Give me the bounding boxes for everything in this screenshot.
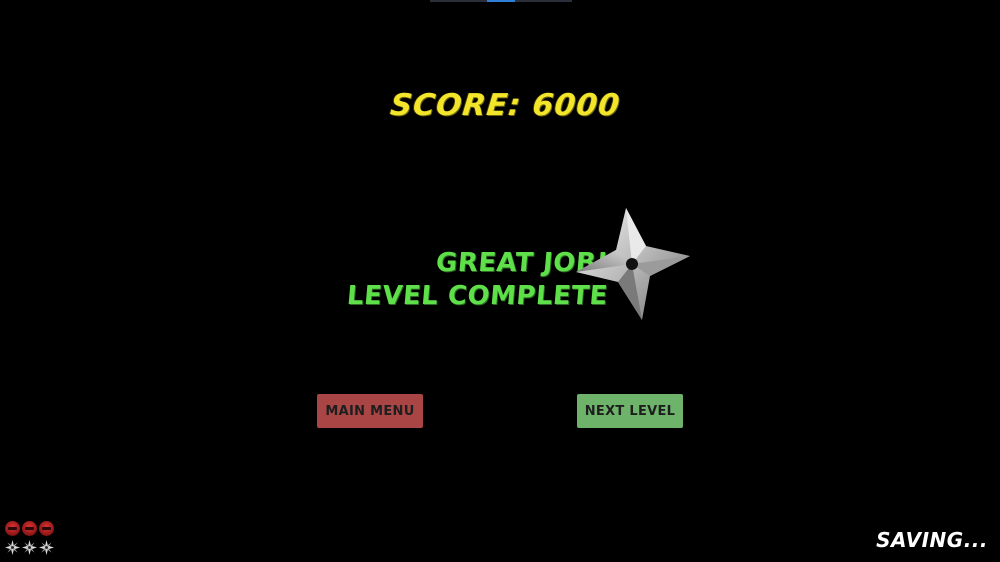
ninja-head-icon — [39, 521, 54, 536]
score-label: SCORE: 6000 — [388, 88, 622, 123]
ninja-head-icon — [5, 521, 20, 536]
shuriken-icon — [39, 540, 54, 555]
lives-indicator — [5, 521, 54, 536]
ninja-head-icon — [22, 521, 37, 536]
saving-status: SAVING... — [876, 528, 988, 552]
shuriken-icon — [576, 208, 690, 320]
shuriken-icon — [5, 540, 20, 555]
main-menu-button[interactable]: MAIN MENU — [317, 394, 423, 428]
next-level-button[interactable]: NEXT LEVEL — [577, 394, 683, 428]
shuriken-ammo-indicator — [5, 540, 54, 555]
level-complete-text: LEVEL COMPLETE — [345, 281, 610, 311]
top-status-accent — [487, 0, 515, 2]
shuriken-icon — [22, 540, 37, 555]
